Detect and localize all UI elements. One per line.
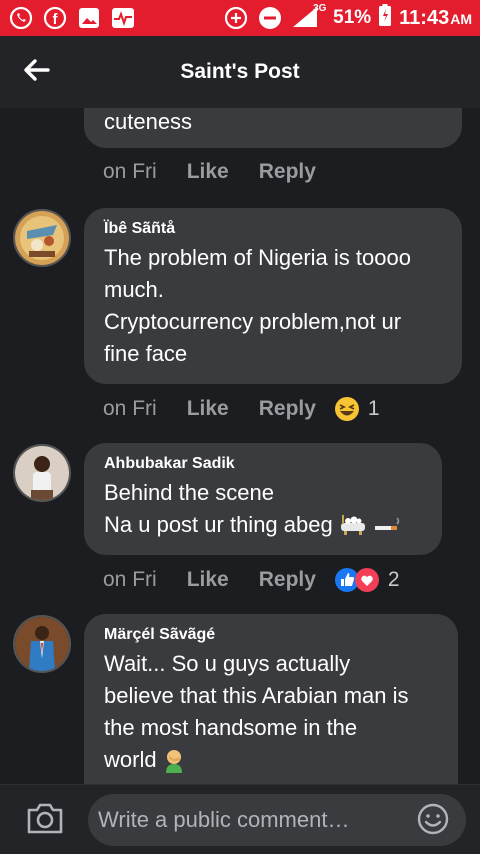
facebook-icon: f (42, 5, 68, 31)
facepalm-emoji-icon (165, 750, 182, 773)
comment-text: cuteness (104, 109, 193, 134)
comment-bubble[interactable]: Märçél Sãvãgé Wait... So u guys actually… (84, 614, 458, 784)
back-button[interactable] (20, 54, 52, 86)
comment-bubble[interactable]: Ïbê Sãñtå The problem of Nigeria is tooo… (84, 208, 462, 384)
comment-bubble[interactable]: Ahbubakar Sadik Behind the scene Na u po… (84, 443, 442, 555)
clock-ampm: AM (450, 10, 472, 27)
camera-button[interactable] (26, 801, 64, 837)
comment-author[interactable]: Märçél Sãvãgé (104, 626, 440, 644)
laughing-emoji-icon (334, 397, 359, 421)
status-bar: f 3G 51% 11:43AM (0, 0, 480, 36)
signal-icon: 3G (291, 3, 327, 31)
comment-input-placeholder: Write a public comment… (98, 807, 350, 832)
emoji-button[interactable] (416, 802, 450, 836)
svg-text:f: f (53, 11, 59, 28)
reaction-count: 1 (367, 397, 380, 420)
comment-actions: on Fri Like Reply 1 (103, 396, 380, 422)
cigarette-emoji-icon (374, 517, 399, 530)
comments-feed[interactable]: cuteness on Fri Like Reply Ïbê Sãñtå The… (0, 108, 480, 784)
like-button[interactable]: Like (187, 568, 229, 592)
comment-bubble[interactable]: cuteness (84, 108, 462, 148)
reply-button[interactable]: Reply (259, 160, 316, 184)
avatar[interactable] (13, 444, 71, 502)
bathtub-emoji-icon (340, 515, 365, 535)
gallery-icon (76, 5, 102, 31)
love-reaction-icon (354, 568, 379, 592)
battery-icon (379, 4, 392, 32)
comment-text: Behind the scene Na u post ur thing abeg (104, 477, 424, 541)
avatar[interactable] (13, 615, 71, 673)
comment-time: on Fri (103, 397, 157, 420)
comment-text: The problem of Nigeria is toooo much. Cr… (104, 245, 411, 366)
whatsapp-icon (8, 5, 34, 31)
comment-author[interactable]: Ïbê Sãñtå (104, 220, 444, 238)
header: Saint's Post (0, 36, 480, 108)
comment-author[interactable]: Ahbubakar Sadik (104, 455, 424, 473)
data-saver-icon (223, 5, 249, 31)
avatar[interactable] (13, 209, 71, 267)
arrow-left-icon (24, 59, 50, 81)
reply-button[interactable]: Reply (259, 397, 316, 421)
clock: 11:43 (399, 6, 450, 29)
page-title: Saint's Post (180, 60, 300, 83)
reaction-count: 2 (387, 568, 400, 591)
camera-icon (27, 803, 63, 834)
comment-input[interactable]: Write a public comment… (88, 794, 466, 846)
network-type: 3G (313, 3, 327, 14)
smiley-icon (417, 803, 449, 835)
like-button[interactable]: Like (187, 397, 229, 421)
comment-text: Wait... So u guys actually believe that … (104, 651, 409, 773)
comment-composer: Write a public comment… (0, 784, 480, 854)
like-button[interactable]: Like (187, 160, 229, 184)
activity-icon (110, 5, 136, 31)
reply-button[interactable]: Reply (259, 568, 316, 592)
reaction-summary[interactable]: 1 (334, 396, 380, 422)
comment-actions: on Fri Like Reply 2 (103, 567, 400, 593)
comment-time: on Fri (103, 568, 157, 591)
comment-time: on Fri (103, 160, 157, 183)
comment-actions: on Fri Like Reply (103, 160, 334, 184)
reaction-summary[interactable]: 2 (334, 567, 400, 593)
battery-percent: 51% (333, 7, 372, 28)
do-not-disturb-icon (257, 5, 283, 31)
